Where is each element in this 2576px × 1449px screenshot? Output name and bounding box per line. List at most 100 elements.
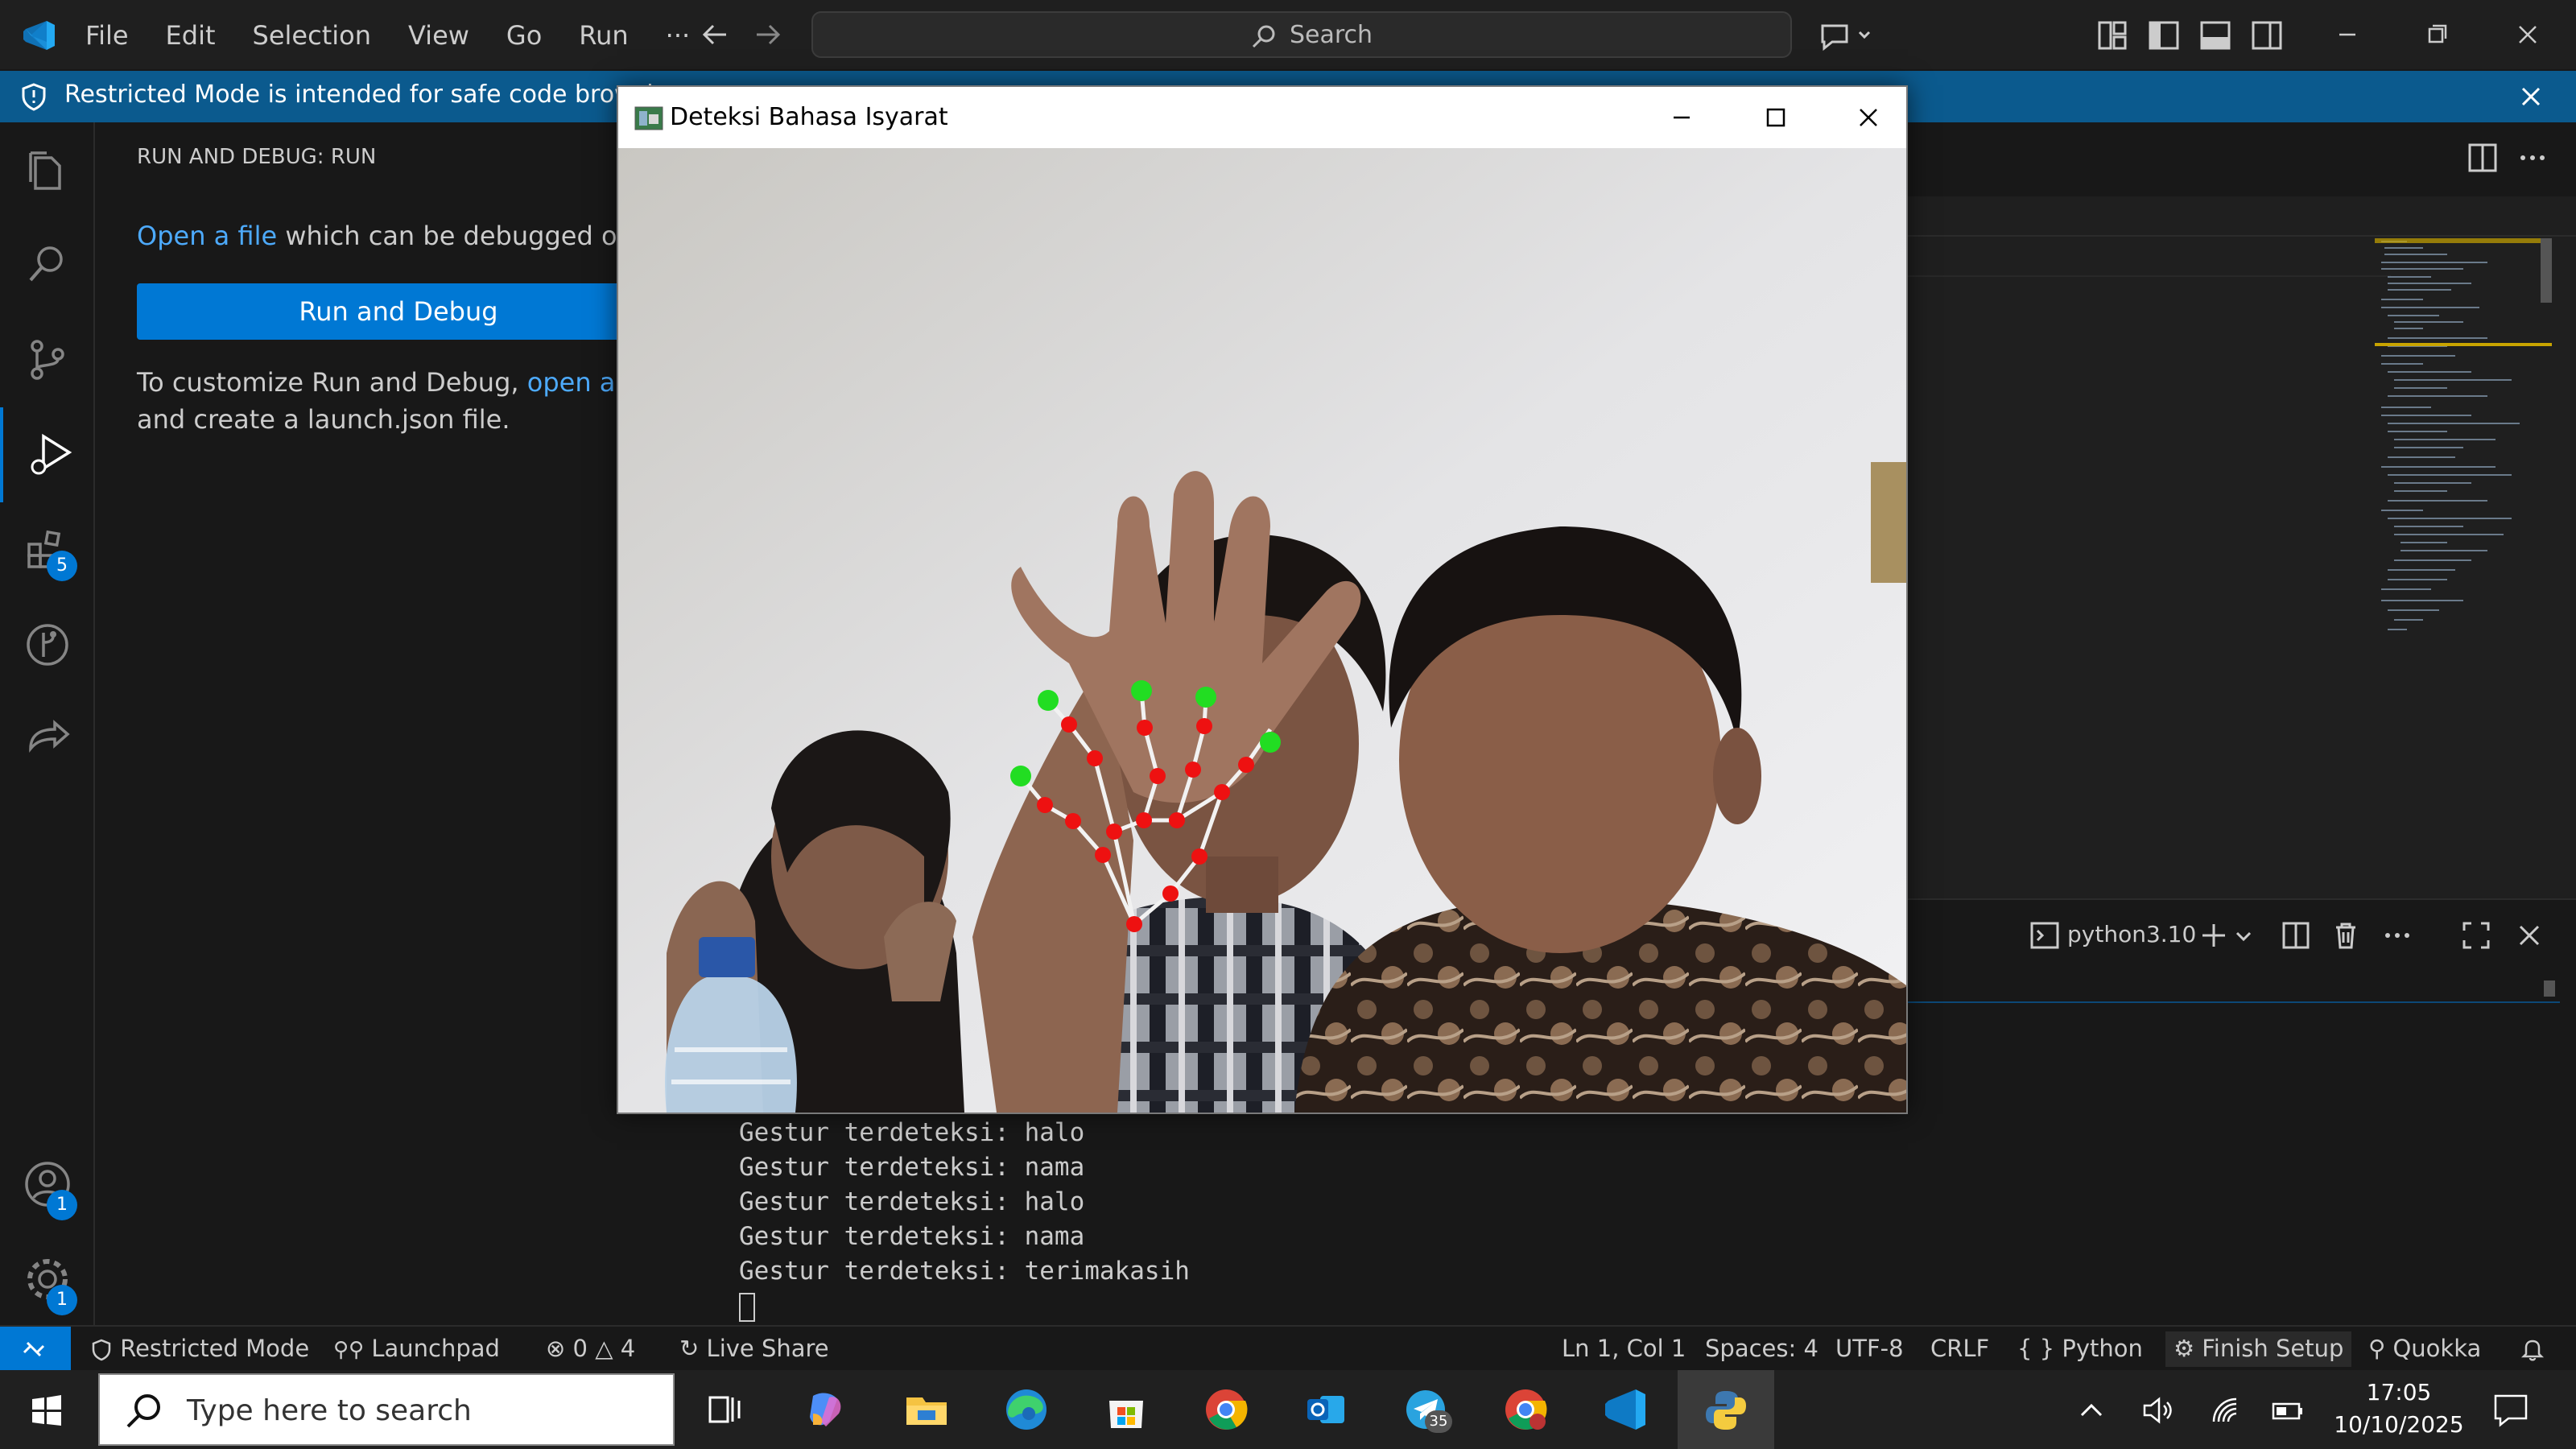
open-file-link[interactable]: Open a file xyxy=(137,221,277,251)
forward-icon[interactable] xyxy=(747,16,787,53)
eol-status[interactable]: CRLF xyxy=(1930,1335,1989,1362)
restricted-mode-status[interactable]: Restricted Mode xyxy=(90,1335,309,1362)
git-graph-button[interactable] xyxy=(0,597,95,692)
indentation-status[interactable]: Spaces: 4 xyxy=(1705,1335,1818,1362)
explorer-button[interactable] xyxy=(0,122,95,217)
windows-taskbar: Type here to search 35 17:05 10/10/2025 xyxy=(0,1370,2576,1449)
clock-time: 17:05 xyxy=(2366,1379,2432,1406)
customize-paragraph: To customize Run and Debug, open a folde… xyxy=(137,364,698,438)
terminal-output[interactable]: Gestur terdeteksi: halo Gestur terdeteks… xyxy=(739,1116,1190,1323)
run-debug-sidebar: RUN AND DEBUG: RUN Open a file which can… xyxy=(97,122,700,1325)
toggle-panel-icon[interactable] xyxy=(2199,19,2231,52)
live-share-status[interactable]: ↻ Live Share xyxy=(679,1335,829,1362)
braces-icon: { } xyxy=(2017,1335,2055,1362)
copilot-app-icon[interactable] xyxy=(797,1381,853,1438)
back-icon[interactable] xyxy=(696,16,736,53)
store-icon[interactable] xyxy=(1098,1381,1154,1438)
accounts-button[interactable]: 1 xyxy=(0,1137,95,1232)
terminal-cursor xyxy=(739,1292,755,1322)
split-terminal-icon[interactable] xyxy=(2280,919,2312,952)
menu-more[interactable]: ··· xyxy=(666,18,691,53)
python-icon xyxy=(1706,1391,1746,1430)
notification-center-icon[interactable] xyxy=(2492,1393,2529,1428)
shield-status-icon xyxy=(92,1339,111,1361)
menu-selection[interactable]: Selection xyxy=(253,18,371,53)
terminal-scrollbar[interactable] xyxy=(2544,980,2555,997)
edge-icon[interactable] xyxy=(998,1381,1055,1438)
camera-close-icon[interactable] xyxy=(1848,101,1889,134)
taskbar-search-box[interactable]: Type here to search xyxy=(98,1373,675,1446)
battery-icon[interactable] xyxy=(2270,1394,2306,1426)
camera-window-titlebar[interactable]: Deteksi Bahasa Isyarat xyxy=(618,87,1906,148)
vscode-logo-icon xyxy=(23,21,55,50)
tray-chevron-icon[interactable] xyxy=(2077,1396,2106,1425)
vscode-taskbar-icon[interactable] xyxy=(1597,1381,1653,1438)
chrome-icon[interactable] xyxy=(1198,1381,1254,1438)
windows-start-icon[interactable] xyxy=(31,1394,63,1426)
file-explorer-icon[interactable] xyxy=(898,1381,955,1438)
minimize-icon[interactable] xyxy=(2323,13,2372,56)
launchpad-status[interactable]: ⚲⚲ Launchpad xyxy=(333,1335,500,1362)
system-clock[interactable]: 17:05 10/10/2025 xyxy=(2318,1377,2479,1441)
minimap[interactable] xyxy=(2375,238,2552,689)
run-debug-button[interactable] xyxy=(0,407,95,502)
live-share-button[interactable] xyxy=(0,692,95,787)
terminal-shell-label[interactable]: python3.10 xyxy=(2067,921,2196,947)
menu-go[interactable]: Go xyxy=(506,18,542,53)
setup-icon: ⚙ xyxy=(2174,1335,2194,1362)
menu-edit[interactable]: Edit xyxy=(166,18,216,53)
terminal-line: Gestur terdeteksi: nama xyxy=(739,1153,1085,1182)
chrome-profile-icon[interactable] xyxy=(1497,1381,1554,1438)
maximize-panel-icon[interactable] xyxy=(2460,919,2492,952)
scm-icon xyxy=(31,340,64,380)
outlook-icon[interactable] xyxy=(1298,1381,1354,1438)
notification-bell-icon[interactable] xyxy=(2520,1336,2545,1362)
add-terminal-icon[interactable] xyxy=(2198,919,2230,952)
command-center-search[interactable]: Search xyxy=(811,11,1792,58)
remote-indicator[interactable] xyxy=(0,1327,71,1372)
close-panel-icon[interactable] xyxy=(2513,919,2545,952)
quokka-status[interactable]: ⚲ Quokka xyxy=(2368,1335,2481,1362)
editor-more-icon[interactable] xyxy=(2516,142,2549,174)
menu-run[interactable]: Run xyxy=(579,18,628,53)
encoding-status[interactable]: UTF-8 xyxy=(1835,1335,1904,1362)
clock-date: 10/10/2025 xyxy=(2334,1411,2464,1438)
opencv-window-icon xyxy=(634,106,663,130)
camera-maximize-icon[interactable] xyxy=(1755,101,1795,134)
close-icon[interactable] xyxy=(2504,13,2552,56)
wifi-icon[interactable] xyxy=(2209,1394,2241,1426)
camera-minimize-icon[interactable] xyxy=(1662,101,1702,134)
problems-status[interactable]: ⊗ 0 △ 4 xyxy=(546,1335,635,1362)
toggle-secondary-sidebar-icon[interactable] xyxy=(2251,19,2283,52)
finish-setup-status[interactable]: ⚙ Finish Setup xyxy=(2165,1331,2352,1367)
cursor-position[interactable]: Ln 1, Col 1 xyxy=(1562,1335,1686,1362)
menu-file[interactable]: File xyxy=(85,18,129,53)
menu-view[interactable]: View xyxy=(408,18,469,53)
toggle-sidebar-icon[interactable] xyxy=(2148,19,2180,52)
language-status[interactable]: { } Python xyxy=(2017,1335,2143,1362)
restore-icon[interactable] xyxy=(2413,13,2462,56)
terminal-more-icon[interactable] xyxy=(2381,919,2413,952)
run-and-debug-button[interactable]: Run and Debug xyxy=(137,283,660,340)
menu-bar: File Edit Selection View Go Run ··· xyxy=(85,18,690,53)
manage-badge: 1 xyxy=(47,1285,77,1315)
search-view-button[interactable] xyxy=(0,217,95,312)
live-share-status-icon: ↻ xyxy=(679,1335,700,1362)
extensions-button[interactable]: 5 xyxy=(0,502,95,597)
trash-icon[interactable] xyxy=(2330,919,2362,952)
copilot-icon[interactable] xyxy=(1818,18,1876,53)
rocket-icon: ⚲⚲ xyxy=(333,1338,365,1362)
layout-customize-icon[interactable] xyxy=(2096,19,2128,52)
task-view-icon[interactable] xyxy=(697,1381,753,1438)
banner-close-icon[interactable] xyxy=(2516,82,2545,111)
split-editor-icon[interactable] xyxy=(2467,142,2499,174)
terminal-dropdown-icon[interactable] xyxy=(2233,926,2254,947)
search-label: Search xyxy=(1290,21,1373,49)
python-app-active[interactable] xyxy=(1678,1370,1774,1449)
title-bar: File Edit Selection View Go Run ··· Sear… xyxy=(0,0,2576,69)
banner-text[interactable]: Restricted Mode is intended for safe cod… xyxy=(64,80,691,109)
camera-window[interactable]: Deteksi Bahasa Isyarat xyxy=(617,85,1908,1114)
manage-button[interactable]: 1 xyxy=(0,1232,95,1327)
volume-icon[interactable] xyxy=(2141,1394,2174,1426)
source-control-button[interactable] xyxy=(0,312,95,407)
